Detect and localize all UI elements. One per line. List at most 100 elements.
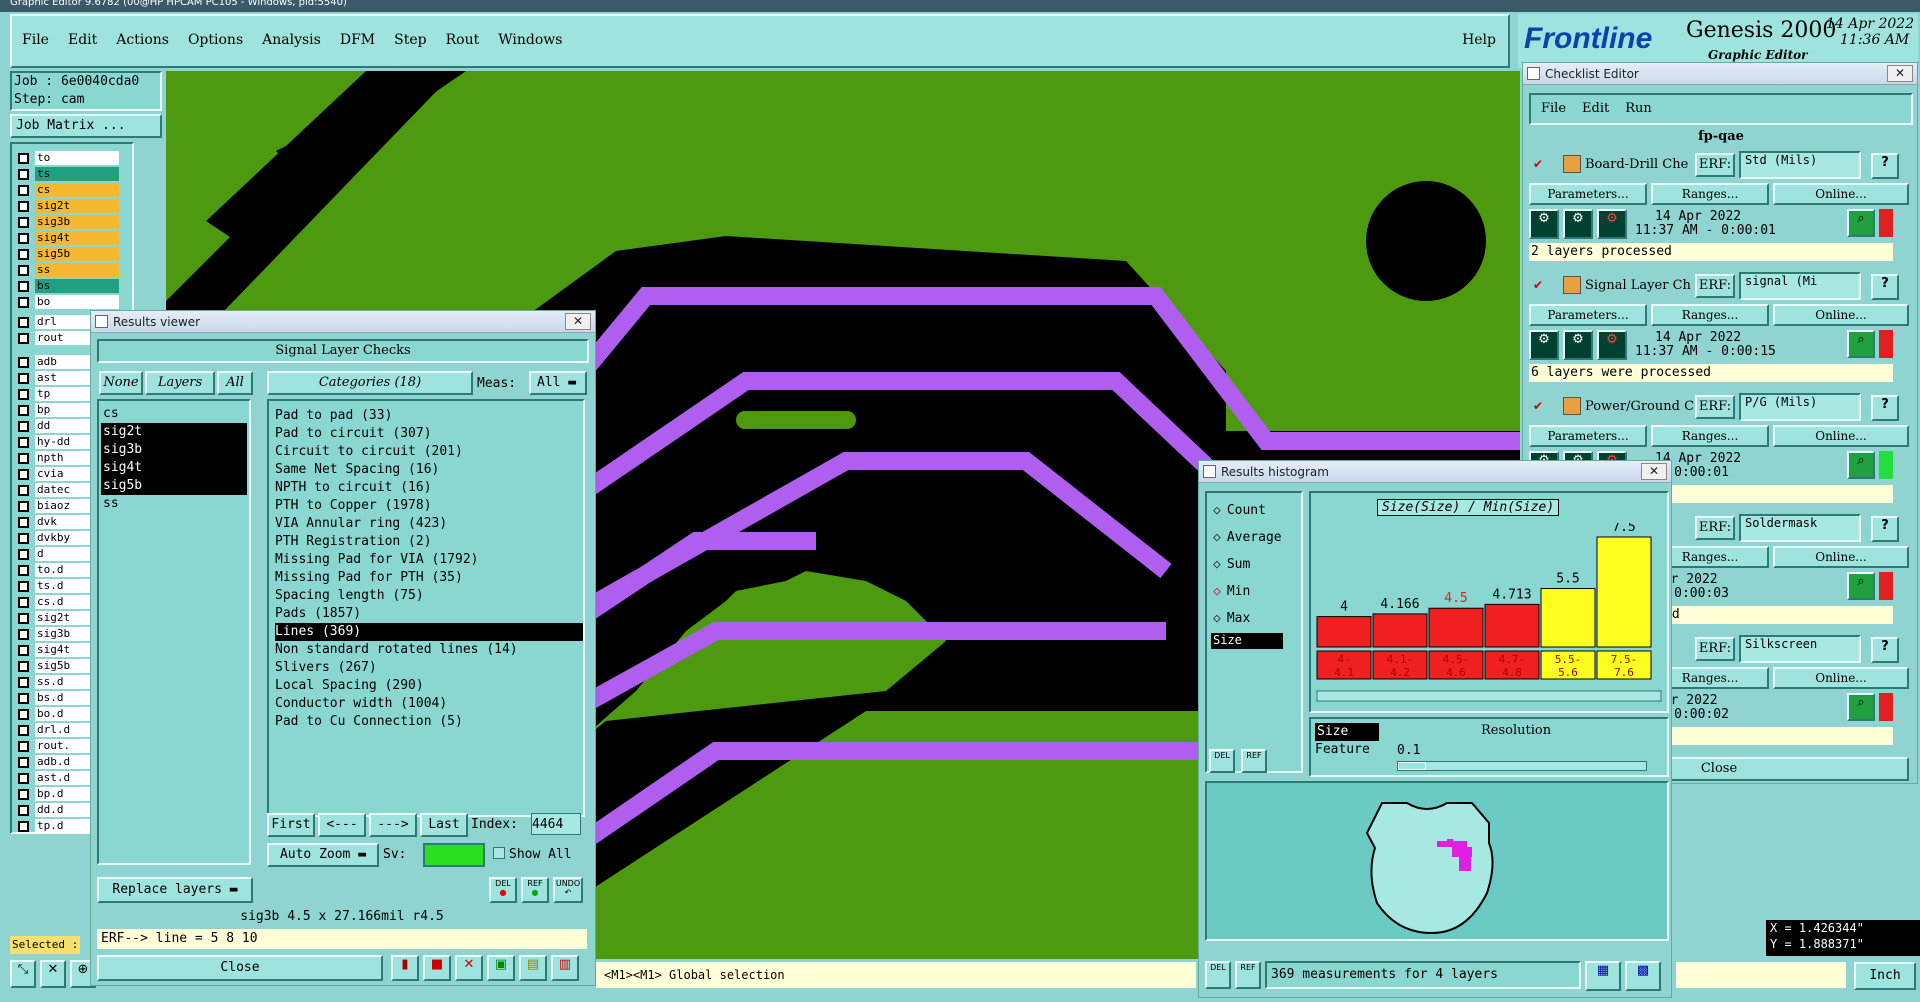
erf-button[interactable]: ERF: xyxy=(1695,516,1735,540)
none-button[interactable]: None xyxy=(99,371,143,395)
layer-name[interactable]: sig5b xyxy=(35,247,119,261)
layer-name[interactable]: ss xyxy=(35,263,119,277)
layer-checkbox[interactable] xyxy=(18,232,29,244)
layer-row[interactable]: sig4t xyxy=(14,230,119,246)
layer-checkbox[interactable] xyxy=(18,596,29,608)
layer-result-list[interactable]: cs sig2t sig3b sig4t sig5b ss xyxy=(97,399,251,865)
check-name[interactable]: Board-Drill Che xyxy=(1585,157,1695,172)
check-name[interactable]: Signal Layer Ch xyxy=(1585,278,1695,293)
erf-value[interactable]: Soldermask xyxy=(1739,514,1861,542)
zoom-fit-icon[interactable]: ▩ xyxy=(1625,961,1661,991)
category-item[interactable]: Circuit to circuit (201) xyxy=(275,443,583,461)
layers-button[interactable]: Layers xyxy=(145,371,215,395)
menu-actions[interactable]: Actions xyxy=(116,32,169,48)
erf-value[interactable]: signal (Mi xyxy=(1739,272,1861,300)
layer-name[interactable]: sig3b xyxy=(35,215,119,229)
layer-name[interactable]: to xyxy=(35,151,119,165)
erf-value[interactable]: Std (Mils) xyxy=(1739,151,1861,179)
layer-name[interactable]: cs xyxy=(35,183,119,197)
histogram-bar[interactable] xyxy=(1540,588,1596,648)
category-item[interactable]: Pad to Cu Connection (5) xyxy=(275,713,583,731)
category-item[interactable]: Pad to circuit (307) xyxy=(275,425,583,443)
menu-rout[interactable]: Rout xyxy=(446,32,480,48)
histogram-bar[interactable] xyxy=(1484,603,1540,648)
layer-checkbox[interactable] xyxy=(18,248,29,260)
zoom-results-icon[interactable]: ⌕ xyxy=(1847,330,1875,358)
measure-list-item[interactable]: Size xyxy=(1211,633,1283,649)
checklist-menu-edit[interactable]: Edit xyxy=(1582,101,1609,116)
zoom-results-icon[interactable]: ⌕ xyxy=(1847,451,1875,479)
result-layer-item[interactable]: cs xyxy=(101,405,247,423)
stat-radio-average[interactable]: ◇ Average xyxy=(1213,524,1295,551)
layer-row[interactable]: bo xyxy=(14,294,119,310)
radio-icon[interactable]: ◇ xyxy=(1213,584,1221,599)
result-layer-item[interactable]: sig2t xyxy=(101,423,247,441)
sv-color-dropdown[interactable] xyxy=(423,843,485,867)
category-item[interactable]: Missing Pad for PTH (35) xyxy=(275,569,583,587)
footer-ref-button[interactable]: REF xyxy=(1235,961,1261,989)
ref-button[interactable]: REF ● xyxy=(521,877,549,903)
nav-button[interactable]: ---> xyxy=(369,813,417,837)
layer-checkbox[interactable] xyxy=(18,484,29,496)
stop-icon[interactable]: ⚙ xyxy=(1597,209,1627,239)
layer-checkbox[interactable] xyxy=(18,280,29,292)
layer-checkbox[interactable] xyxy=(18,612,29,624)
layer-checkbox[interactable] xyxy=(18,500,29,512)
layer-checkbox[interactable] xyxy=(18,296,29,308)
show-all-checkbox[interactable] xyxy=(493,847,505,859)
category-list[interactable]: Pad to pad (33) Pad to circuit (307) Circu… xyxy=(267,399,585,817)
menu-file[interactable]: File xyxy=(22,32,49,48)
parameters-button[interactable]: Parameters... xyxy=(1529,304,1647,326)
layer-checkbox[interactable] xyxy=(18,152,29,164)
erf-button[interactable]: ERF: xyxy=(1695,395,1735,419)
stat-radio-min[interactable]: ◇ Min xyxy=(1213,578,1295,605)
stat-radio-sum[interactable]: ◇ Sum xyxy=(1213,551,1295,578)
ranges-button[interactable]: Ranges... xyxy=(1651,304,1769,326)
parameters-button[interactable]: Parameters... xyxy=(1529,425,1647,447)
layer-checkbox[interactable] xyxy=(18,200,29,212)
menu-windows[interactable]: Windows xyxy=(498,32,562,48)
layer-checkbox[interactable] xyxy=(18,316,29,328)
layer-checkbox[interactable] xyxy=(18,644,29,656)
online-button[interactable]: Online... xyxy=(1773,304,1909,326)
layer-checkbox[interactable] xyxy=(18,772,29,784)
layer-row[interactable]: sig5b xyxy=(14,246,119,262)
nav-button[interactable]: First xyxy=(267,813,315,837)
layer-checkbox[interactable] xyxy=(18,436,29,448)
checklist-menu-run[interactable]: Run xyxy=(1625,101,1652,116)
meas-dropdown[interactable]: All ▬ xyxy=(529,371,587,395)
remove-icon[interactable]: ✕ xyxy=(455,955,483,981)
footer-del-button[interactable]: DEL xyxy=(1205,961,1231,989)
radio-icon[interactable]: ◇ xyxy=(1213,611,1221,626)
delete-mark-icon[interactable]: ■ xyxy=(423,955,451,981)
layer-name[interactable]: bs xyxy=(35,279,119,293)
histogram-bar[interactable] xyxy=(1596,536,1652,648)
layer-name[interactable]: sig2t xyxy=(35,199,119,213)
close-button[interactable]: Close xyxy=(97,955,383,981)
job-matrix-button[interactable]: Job Matrix ... xyxy=(10,114,162,138)
info-icon[interactable]: ? xyxy=(1871,395,1899,421)
layer-checkbox[interactable] xyxy=(18,724,29,736)
menu-dfm[interactable]: DFM xyxy=(340,32,375,48)
hist-ref-button[interactable]: REF xyxy=(1241,749,1267,773)
layer-checkbox[interactable] xyxy=(18,388,29,400)
help-menu[interactable]: Help xyxy=(1462,32,1496,48)
checklist-menu-file[interactable]: File xyxy=(1541,101,1566,116)
menu-step[interactable]: Step xyxy=(394,32,426,48)
layer-name[interactable]: bo xyxy=(35,295,119,309)
close-icon[interactable]: ✕ xyxy=(1641,463,1667,480)
layer-checkbox[interactable] xyxy=(18,676,29,688)
size-option[interactable]: Size xyxy=(1315,723,1379,741)
radio-icon[interactable]: ◇ xyxy=(1213,503,1221,518)
histogram-bar[interactable] xyxy=(1316,616,1372,648)
pan-tool-icon[interactable]: ⤡ xyxy=(10,960,36,988)
layer-row[interactable]: sig2t xyxy=(14,198,119,214)
layer-name[interactable]: sig4t xyxy=(35,231,119,245)
slider-thumb[interactable] xyxy=(1398,762,1426,770)
info-icon[interactable]: ? xyxy=(1871,637,1899,663)
erf-value[interactable]: P/G (Mils) xyxy=(1739,393,1861,421)
layer-name[interactable]: ts xyxy=(35,167,119,181)
del-button[interactable]: DEL ● xyxy=(489,877,517,903)
stat-radio-count[interactable]: ◇ Count xyxy=(1213,497,1295,524)
layer-checkbox[interactable] xyxy=(18,628,29,640)
